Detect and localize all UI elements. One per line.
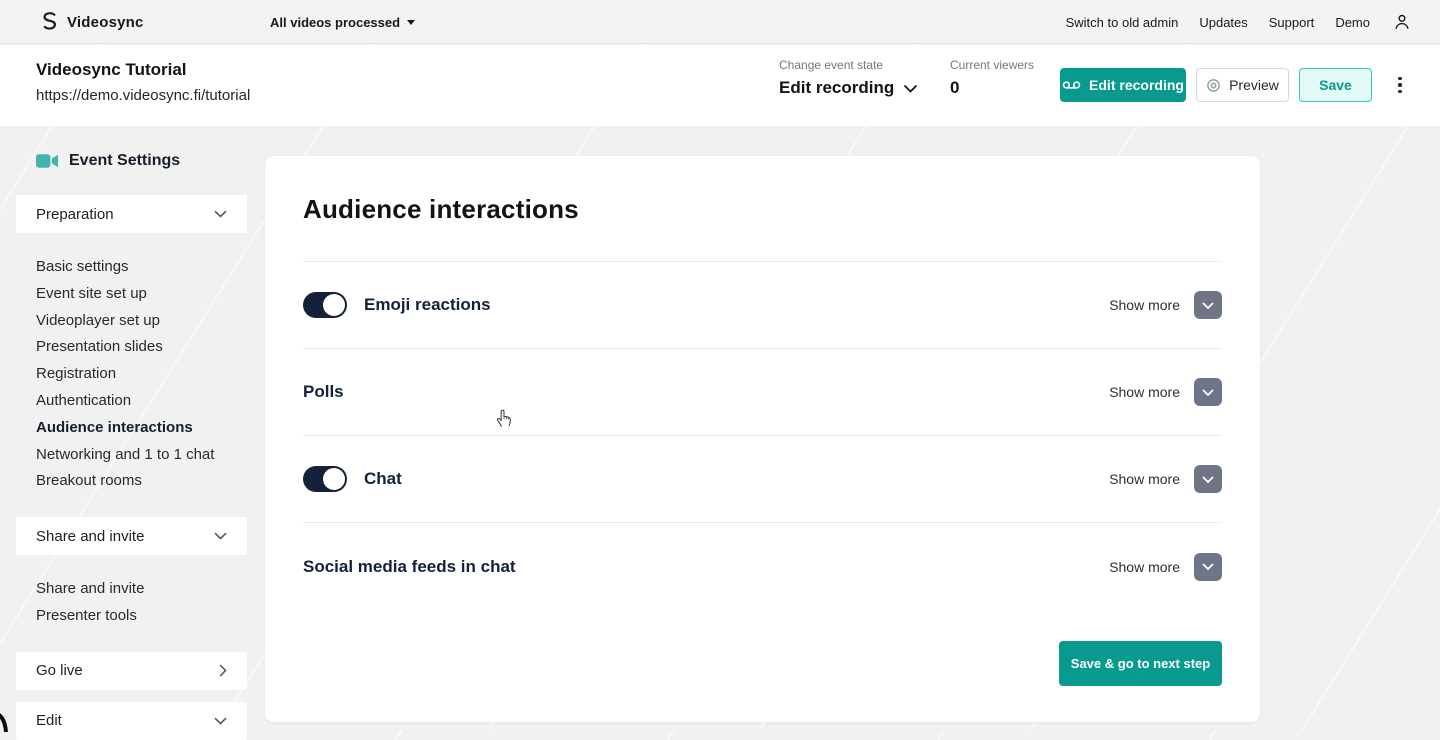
chevron-down-icon — [1202, 563, 1214, 570]
more-options-kebab-menu[interactable] — [1394, 73, 1406, 98]
chevron-right-icon — [219, 664, 227, 677]
sidebar-item-presenter-tools[interactable]: Presenter tools — [36, 603, 247, 630]
current-viewers-group: Current viewers 0 — [950, 58, 1034, 98]
show-more-link[interactable]: Show more — [1109, 471, 1180, 487]
preparation-items: Basic settings Event site set up Videopl… — [16, 233, 247, 505]
sidebar-section-go-live[interactable]: Go live — [16, 652, 247, 690]
edit-recording-button[interactable]: Edit recording — [1060, 68, 1186, 102]
expand-row-button[interactable] — [1194, 378, 1222, 406]
sidebar-item-registration[interactable]: Registration — [36, 361, 247, 388]
row-polls: Polls Show more — [303, 349, 1222, 436]
edit-recording-label: Edit recording — [1089, 77, 1184, 93]
sidebar-item-basic-settings[interactable]: Basic settings — [36, 254, 247, 281]
go-live-label: Go live — [36, 662, 83, 679]
preview-eye-icon — [1206, 78, 1221, 93]
show-more-link[interactable]: Show more — [1109, 384, 1180, 400]
chevron-down-icon — [1202, 302, 1214, 309]
sidebar-item-presentation-slides[interactable]: Presentation slides — [36, 334, 247, 361]
event-state-value: Edit recording — [779, 78, 894, 98]
event-state-group: Change event state Edit recording — [779, 58, 918, 98]
event-header: Videosync Tutorial https://demo.videosyn… — [0, 45, 1440, 126]
top-bar: Videosync All videos processed Switch to… — [0, 0, 1440, 44]
event-url[interactable]: https://demo.videosync.fi/tutorial — [36, 87, 250, 104]
expand-row-button[interactable] — [1194, 291, 1222, 319]
chevron-down-icon — [903, 84, 918, 93]
expand-row-button[interactable] — [1194, 553, 1222, 581]
brand-logo[interactable]: Videosync — [40, 0, 144, 44]
row-label: Social media feeds in chat — [303, 557, 516, 577]
caret-down-icon — [407, 20, 415, 25]
share-invite-label: Share and invite — [36, 528, 144, 545]
row-social-media-feeds: Social media feeds in chat Show more — [303, 523, 1222, 610]
sidebar-item-share-and-invite[interactable]: Share and invite — [36, 576, 247, 603]
sidebar-item-event-site-set-up[interactable]: Event site set up — [36, 281, 247, 308]
link-support[interactable]: Support — [1269, 15, 1315, 30]
user-icon — [1392, 12, 1412, 32]
brand-name: Videosync — [67, 14, 144, 31]
chevron-down-icon — [1202, 389, 1214, 396]
share-invite-items: Share and invite Presenter tools — [16, 555, 247, 640]
videos-processed-label: All videos processed — [270, 15, 400, 30]
save-and-next-step-button[interactable]: Save & go to next step — [1059, 641, 1222, 686]
sidebar-item-networking-1to1-chat[interactable]: Networking and 1 to 1 chat — [36, 442, 247, 469]
link-demo[interactable]: Demo — [1335, 15, 1370, 30]
header-buttons: Edit recording Preview Save — [1060, 68, 1406, 102]
sidebar-title-label: Event Settings — [69, 152, 180, 170]
preview-label: Preview — [1229, 77, 1279, 93]
save-button[interactable]: Save — [1299, 68, 1372, 102]
link-updates[interactable]: Updates — [1199, 15, 1247, 30]
page-title: Audience interactions — [303, 194, 1222, 225]
row-chat: Chat Show more — [303, 436, 1222, 523]
audience-interactions-panel: Audience interactions Emoji reactions Sh… — [265, 156, 1260, 722]
sidebar-item-authentication[interactable]: Authentication — [36, 388, 247, 415]
edit-label: Edit — [36, 712, 62, 729]
sidebar-item-videoplayer-set-up[interactable]: Videoplayer set up — [36, 308, 247, 335]
emoji-reactions-toggle[interactable] — [303, 292, 347, 318]
row-label: Chat — [364, 469, 402, 489]
sidebar-section-preparation[interactable]: Preparation — [16, 195, 247, 233]
videosync-logo-icon — [40, 11, 59, 34]
chevron-down-icon — [214, 717, 227, 725]
video-camera-icon — [36, 153, 59, 169]
settings-rows: Emoji reactions Show more Polls Show mor… — [303, 261, 1222, 610]
sidebar-item-breakout-rooms[interactable]: Breakout rooms — [36, 468, 247, 495]
event-title: Videosync Tutorial — [36, 60, 187, 80]
current-viewers-label: Current viewers — [950, 58, 1034, 72]
row-emoji-reactions: Emoji reactions Show more — [303, 262, 1222, 349]
chevron-down-icon — [1202, 476, 1214, 483]
chevron-down-icon — [214, 210, 227, 218]
expand-row-button[interactable] — [1194, 465, 1222, 493]
preview-button[interactable]: Preview — [1196, 68, 1289, 102]
chevron-down-icon — [214, 532, 227, 540]
sidebar-section-edit[interactable]: Edit — [16, 702, 247, 740]
sidebar-item-audience-interactions[interactable]: Audience interactions — [36, 415, 247, 442]
recording-icon — [1062, 79, 1081, 91]
current-viewers-count: 0 — [950, 78, 1034, 98]
preparation-label: Preparation — [36, 206, 114, 223]
link-switch-old-admin[interactable]: Switch to old admin — [1066, 15, 1179, 30]
sidebar: Event Settings Preparation Basic setting… — [16, 152, 247, 740]
row-label: Polls — [303, 382, 344, 402]
row-label: Emoji reactions — [364, 295, 491, 315]
show-more-link[interactable]: Show more — [1109, 559, 1180, 575]
event-state-label: Change event state — [779, 58, 918, 72]
chat-toggle[interactable] — [303, 466, 347, 492]
user-account-button[interactable] — [1392, 0, 1412, 44]
event-state-dropdown[interactable]: Edit recording — [779, 78, 918, 98]
save-label: Save — [1319, 77, 1352, 93]
videos-processed-dropdown[interactable]: All videos processed — [270, 0, 415, 44]
top-links: Switch to old admin Updates Support Demo — [1066, 0, 1370, 44]
sidebar-section-share-and-invite[interactable]: Share and invite — [16, 517, 247, 555]
show-more-link[interactable]: Show more — [1109, 297, 1180, 313]
sidebar-title: Event Settings — [16, 152, 247, 170]
